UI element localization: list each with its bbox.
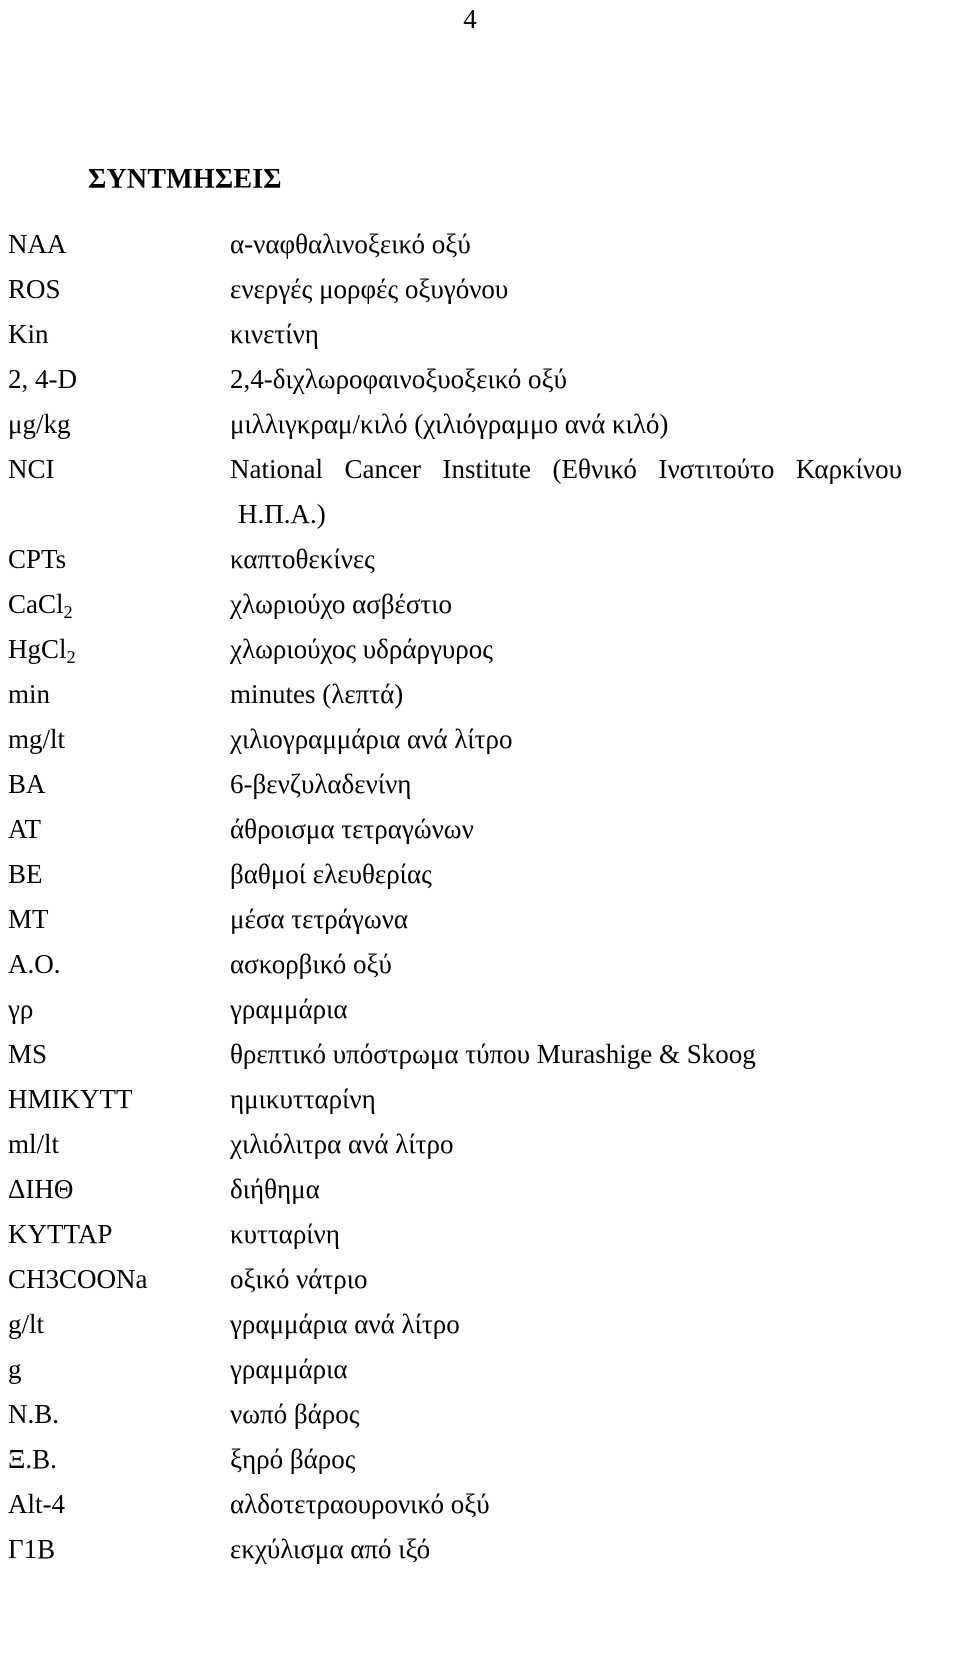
abbreviation-definition: 2,4-διχλωροφαινοξυοξεικό οξύ bbox=[230, 364, 567, 394]
abbreviation-term: MS bbox=[8, 1039, 48, 1069]
abbreviation-definition: θρεπτικό υπόστρωμα τύπου Murashige & Sko… bbox=[230, 1039, 756, 1069]
abbreviation-term: NAA bbox=[8, 229, 67, 259]
abbreviation-definition: μέσα τετράγωνα bbox=[230, 904, 408, 934]
abbreviation-row: g/lt γραμμάρια ανά λίτρο bbox=[0, 1302, 960, 1347]
abbreviation-term: mg/lt bbox=[8, 724, 66, 754]
abbreviation-term: Kin bbox=[8, 319, 49, 349]
abbreviation-definition: γραμμάρια bbox=[230, 1354, 348, 1384]
abbreviation-definition: χιλιογραμμάρια ανά λίτρο bbox=[230, 724, 513, 754]
abbreviation-term: BA bbox=[8, 769, 46, 799]
abbreviation-term: AT bbox=[8, 814, 41, 844]
abbreviation-term: N.B. bbox=[8, 1399, 60, 1429]
abbreviation-definition: κυτταρίνη bbox=[230, 1219, 340, 1249]
abbreviation-term: min bbox=[8, 679, 51, 709]
abbreviation-definition: εκχύλισμα από ιξό bbox=[230, 1534, 431, 1564]
abbreviation-definition: α-ναφθαλινοξεικό οξύ bbox=[230, 229, 471, 259]
abbreviation-definition: χλωριούχο ασβέστιο bbox=[230, 589, 453, 619]
abbreviation-row: Alt-4 αλδοτετραουρονικό οξύ bbox=[0, 1482, 960, 1527]
abbreviation-term: BE bbox=[8, 859, 43, 889]
abbreviation-row: CH3COONa οξικό νάτριο bbox=[0, 1257, 960, 1302]
abbreviation-term: MT bbox=[8, 904, 49, 934]
abbreviation-term: μg/kg bbox=[8, 409, 71, 439]
abbreviation-definition: ενεργές μορφές οξυγόνου bbox=[230, 274, 509, 304]
abbreviation-term: g/lt bbox=[8, 1309, 45, 1339]
abbreviation-row: AT άθροισμα τετραγώνων bbox=[0, 807, 960, 852]
abbreviation-term: 2, 4-D bbox=[8, 364, 77, 394]
page-number: 4 bbox=[463, 4, 477, 34]
abbreviation-row: g γραμμάρια bbox=[0, 1347, 960, 1392]
abbreviation-row: γρ γραμμάρια bbox=[0, 987, 960, 1032]
abbreviation-definition: χιλιόλιτρα ανά λίτρο bbox=[230, 1129, 454, 1159]
abbreviation-row: HgCl2 χλωριούχος υδράργυρος bbox=[0, 627, 960, 672]
abbreviation-term: CH3COONa bbox=[8, 1264, 148, 1294]
abbreviations-list: NAA α-ναφθαλινοξεικό οξύ ROS ενεργές μορφές… bbox=[0, 222, 960, 1572]
abbreviation-row: A.O. ασκορβικό οξύ bbox=[0, 942, 960, 987]
abbreviation-term: ΗΜΙΚΥΤΤ bbox=[8, 1084, 133, 1114]
abbreviation-row: ROS ενεργές μορφές οξυγόνου bbox=[0, 267, 960, 312]
abbreviation-definition: ξηρό βάρος bbox=[230, 1444, 356, 1474]
abbreviation-row: CPTs καπτοθεκίνες bbox=[0, 537, 960, 582]
abbreviation-definition: νωπό βάρος bbox=[230, 1399, 360, 1429]
abbreviation-row: MT μέσα τετράγωνα bbox=[0, 897, 960, 942]
abbreviation-term: HgCl2 bbox=[0, 627, 230, 675]
abbreviation-term: γρ bbox=[8, 994, 34, 1024]
abbreviation-term: g bbox=[8, 1354, 22, 1384]
abbreviation-term: Γ1Β bbox=[8, 1534, 56, 1564]
abbreviation-row: ΚΥΤΤΑΡ κυτταρίνη bbox=[0, 1212, 960, 1257]
abbreviation-definition-continuation: Η.Π.Α.) bbox=[238, 499, 326, 529]
abbreviation-row: CaCl2 χλωριούχο ασβέστιο bbox=[0, 582, 960, 627]
abbreviation-term-subscript: 2 bbox=[63, 602, 73, 623]
abbreviation-term: CaCl2 bbox=[0, 582, 230, 630]
abbreviation-row: Γ1Β εκχύλισμα από ιξό bbox=[0, 1527, 960, 1572]
abbreviation-row: ΗΜΙΚΥΤΤ ημικυτταρίνη bbox=[0, 1077, 960, 1122]
abbreviation-term: Ξ.Β. bbox=[8, 1444, 57, 1474]
abbreviation-term-text: HgCl bbox=[8, 634, 67, 664]
abbreviation-definition: κινετίνη bbox=[230, 319, 319, 349]
abbreviation-definition: διήθημα bbox=[230, 1174, 320, 1204]
abbreviation-row: 2, 4-D 2,4-διχλωροφαινοξυοξεικό οξύ bbox=[0, 357, 960, 402]
abbreviation-term: ml/lt bbox=[8, 1129, 60, 1159]
abbreviation-definition: γραμμάρια bbox=[230, 994, 348, 1024]
abbreviation-row: Ξ.Β. ξηρό βάρος bbox=[0, 1437, 960, 1482]
abbreviation-definition: National Cancer Institute (Εθνικό Ινστιτ… bbox=[230, 454, 902, 484]
abbreviation-term-text: CaCl bbox=[8, 589, 64, 619]
abbreviation-definition: ασκορβικό οξύ bbox=[230, 949, 392, 979]
abbreviation-term: Alt-4 bbox=[8, 1489, 65, 1519]
abbreviation-row: NAA α-ναφθαλινοξεικό οξύ bbox=[0, 222, 960, 267]
abbreviation-definition: μιλλιγκραμ/κιλό (χιλιόγραμμο ανά κιλό) bbox=[230, 409, 669, 439]
abbreviation-term: A.O. bbox=[8, 949, 61, 979]
abbreviation-definition: αλδοτετραουρονικό οξύ bbox=[230, 1489, 490, 1519]
abbreviation-definition: οξικό νάτριο bbox=[230, 1264, 368, 1294]
page-title: ΣΥΝΤΜΗΣΕΙΣ bbox=[88, 164, 282, 195]
abbreviation-definition: 6-βενζυλαδενίνη bbox=[230, 769, 412, 799]
abbreviation-definition: χλωριούχος υδράργυρος bbox=[230, 634, 493, 664]
abbreviation-row: μg/kg μιλλιγκραμ/κιλό (χιλιόγραμμο ανά κι… bbox=[0, 402, 960, 447]
document-page: 4 ΣΥΝΤΜΗΣΕΙΣ NAA α-ναφθαλινοξεικό οξύ ROS ε… bbox=[0, 0, 960, 1659]
abbreviation-definition: γραμμάρια ανά λίτρο bbox=[230, 1309, 460, 1339]
abbreviation-row: mg/lt χιλιογραμμάρια ανά λίτρο bbox=[0, 717, 960, 762]
abbreviation-row: min minutes (λεπτά) bbox=[0, 672, 960, 717]
abbreviation-row: N.B. νωπό βάρος bbox=[0, 1392, 960, 1437]
abbreviation-row: Kin κινετίνη bbox=[0, 312, 960, 357]
abbreviation-definition-continuation-row: Η.Π.Α.) bbox=[0, 492, 960, 537]
abbreviation-term: NCI bbox=[8, 454, 55, 484]
abbreviation-definition: καπτοθεκίνες bbox=[230, 544, 375, 574]
abbreviation-row: MS θρεπτικό υπόστρωμα τύπου Murashige & S… bbox=[0, 1032, 960, 1077]
abbreviation-row: BA 6-βενζυλαδενίνη bbox=[0, 762, 960, 807]
abbreviation-term: ΔΙΗΘ bbox=[8, 1174, 74, 1204]
abbreviation-row: BE βαθμοί ελευθερίας bbox=[0, 852, 960, 897]
abbreviation-row: ml/lt χιλιόλιτρα ανά λίτρο bbox=[0, 1122, 960, 1167]
abbreviation-definition: minutes (λεπτά) bbox=[230, 679, 404, 709]
abbreviation-row: NCI National Cancer Institute (Εθνικό Ινσ… bbox=[0, 447, 960, 492]
abbreviation-definition: βαθμοί ελευθερίας bbox=[230, 859, 432, 889]
abbreviation-definition: άθροισμα τετραγώνων bbox=[230, 814, 474, 844]
abbreviation-term: CPTs bbox=[8, 544, 67, 574]
abbreviation-term: ROS bbox=[8, 274, 61, 304]
abbreviation-term-subscript: 2 bbox=[66, 647, 76, 668]
abbreviation-row: ΔΙΗΘ διήθημα bbox=[0, 1167, 960, 1212]
abbreviation-definition: ημικυτταρίνη bbox=[230, 1084, 376, 1114]
abbreviation-term: ΚΥΤΤΑΡ bbox=[8, 1219, 113, 1249]
